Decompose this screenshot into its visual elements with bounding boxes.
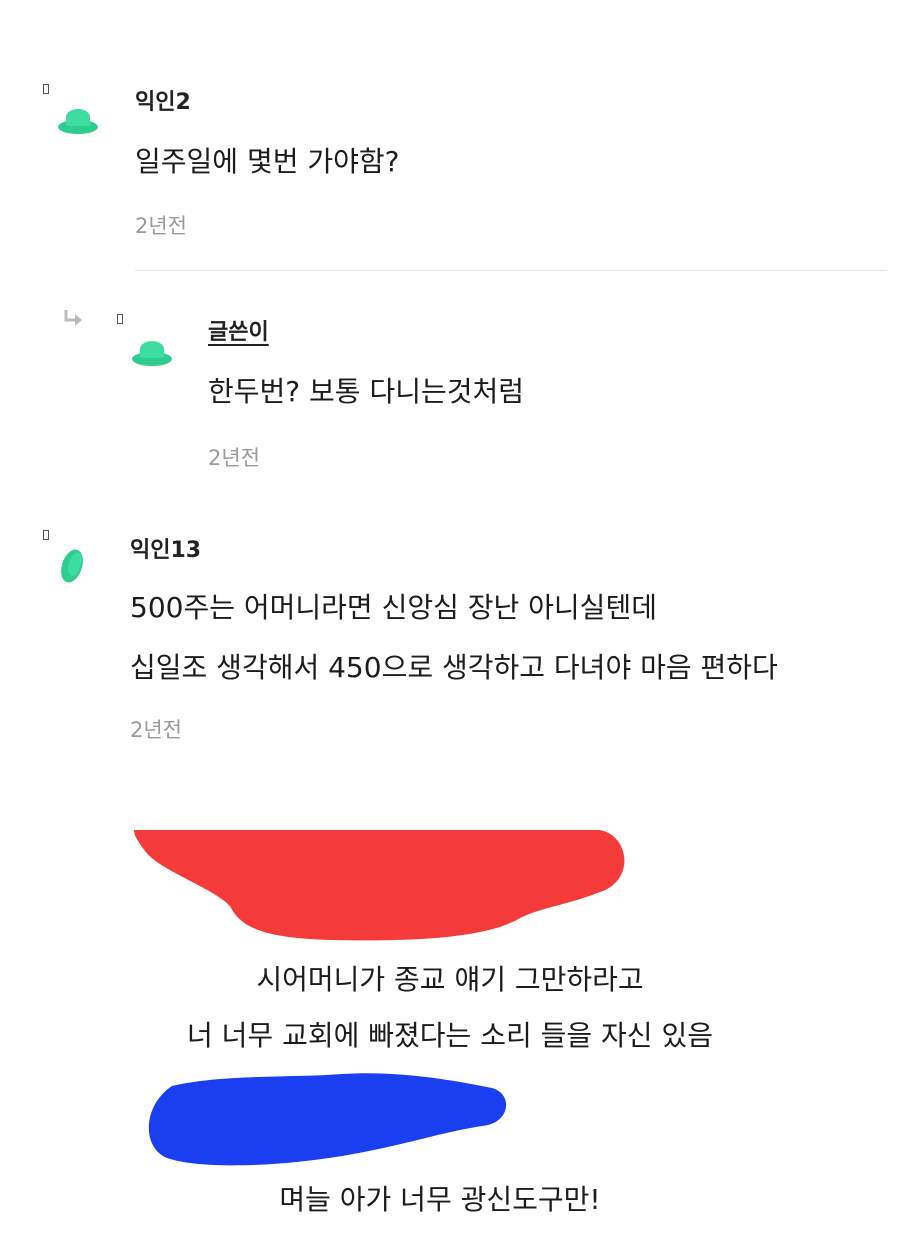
red-caption-line-2: 너 너무 교회에 빠졌다는 소리 들을 자신 있음: [187, 1019, 713, 1052]
blue-caption: 며늘 아가 너무 광신도구만!: [279, 1183, 601, 1216]
avatar-icon: [58, 109, 98, 134]
comment-text: 일주일에 몇번 가야함?: [135, 145, 400, 178]
comment-text: 한두번? 보통 다니는것처럼: [208, 375, 525, 408]
avatar-icon: [61, 549, 83, 583]
blue-censor-scribble: [142, 1066, 512, 1175]
avatar[interactable]: [56, 546, 90, 586]
author-nickname[interactable]: 글쓴이: [208, 314, 269, 346]
comment-text-line-1: 500주는 어머니라면 신앙심 장난 아니실텐데: [130, 591, 657, 624]
comment-nickname[interactable]: 익인13: [130, 532, 201, 564]
red-censor-scribble: [130, 826, 630, 950]
missing-glyph-icon: [43, 530, 49, 540]
comment-nickname[interactable]: 익인2: [135, 84, 191, 116]
avatar[interactable]: [130, 336, 174, 368]
avatar[interactable]: [56, 104, 100, 136]
missing-glyph-icon: [117, 314, 123, 324]
red-caption-line-1: 시어머니가 종교 얘기 그만하라고: [256, 963, 644, 996]
missing-glyph-icon: [43, 84, 49, 94]
comment-time: 2년전: [130, 718, 183, 742]
reply-arrow-icon: [62, 308, 86, 332]
comment-time: 2년전: [208, 446, 261, 470]
comment-text-line-2: 십일조 생각해서 450으로 생각하고 다녀야 마음 편하다: [130, 651, 778, 684]
comment-divider: [135, 270, 887, 271]
comment-time: 2년전: [135, 214, 188, 238]
avatar-icon: [132, 341, 172, 366]
